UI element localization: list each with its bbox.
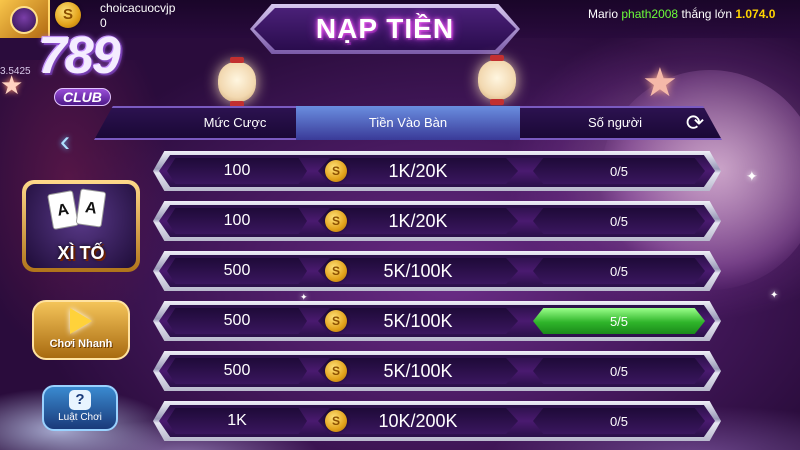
player-count: 0/5	[533, 158, 705, 184]
table-row[interactable]: 500 5K/100K S 0/5	[153, 251, 721, 291]
playing-card: A	[75, 188, 107, 228]
username: choicacuocvjp	[100, 1, 176, 15]
table-money: 5K/100K	[318, 308, 518, 334]
bet-value: 500	[167, 308, 307, 334]
page-title: NẠP TIỀN	[315, 13, 455, 44]
quick-play-button[interactable]: Chơi Nhanh	[32, 300, 130, 360]
table-row[interactable]: 500 5K/100K S 5/5	[153, 301, 721, 341]
logo-club: CLUB	[54, 88, 111, 106]
game-card-xi-to[interactable]: A A XÌ TỐ	[22, 180, 140, 272]
lantern-icon	[478, 55, 516, 105]
ticker-winner: phath2008	[621, 7, 679, 21]
coin-icon: S	[55, 2, 81, 28]
player-count: 0/5	[533, 258, 705, 284]
table-money: 5K/100K	[318, 258, 518, 284]
bet-value: 100	[167, 208, 307, 234]
player-count: 0/5	[533, 208, 705, 234]
bet-value: 100	[167, 158, 307, 184]
table-money: 1K/20K	[318, 208, 518, 234]
coin-icon: S	[325, 310, 347, 332]
table-row[interactable]: 100 1K/20K S 0/5	[153, 201, 721, 241]
rules-label: Luật Chơi	[58, 412, 102, 423]
column-header-players[interactable]: Số người	[540, 115, 690, 130]
table-row[interactable]: 500 5K/100K S 0/5	[153, 351, 721, 391]
bet-value: 500	[167, 258, 307, 284]
table-money: 1K/20K	[318, 158, 518, 184]
table-money: 10K/200K	[318, 408, 518, 434]
play-icon	[70, 308, 92, 334]
column-header-bet[interactable]: Mức Cược	[180, 115, 290, 130]
coin-icon: S	[325, 210, 347, 232]
chevron-left-icon[interactable]: ‹	[60, 125, 84, 159]
coin-icon: S	[325, 260, 347, 282]
game-card-art: A A XÌ TỐ	[26, 184, 136, 268]
player-count: 0/5	[533, 408, 705, 434]
sparkle-icon: ✦	[770, 290, 779, 301]
title-banner: NẠP TIỀN	[254, 8, 516, 50]
sparkle-icon: ✦	[746, 168, 758, 184]
logo-number: 789	[38, 27, 121, 85]
table-row[interactable]: 100 1K/20K S 0/5	[153, 151, 721, 191]
lantern-icon	[218, 57, 256, 107]
player-count-full: 5/5	[533, 308, 705, 334]
table-money: 5K/100K	[318, 358, 518, 384]
question-icon: ?	[69, 390, 91, 410]
refresh-icon[interactable]: ⟳	[682, 110, 708, 136]
player-count: 0/5	[533, 358, 705, 384]
table-row[interactable]: 1K 10K/200K S 0/5	[153, 401, 721, 441]
coin-icon: S	[325, 160, 347, 182]
win-ticker: Mario phath2008 thắng lớn 1.074.0	[588, 7, 800, 21]
club-logo: 789 CLUB	[28, 26, 128, 114]
playing-card: A	[47, 190, 79, 230]
coin-icon: S	[325, 360, 347, 382]
column-header-money[interactable]: Tiền Vào Bàn	[296, 115, 520, 130]
game-card-label: XÌ TỐ	[57, 243, 105, 263]
star-icon: ★	[642, 61, 678, 105]
ticker-name: Mario	[588, 7, 619, 21]
ticker-amount: 1.074.0	[735, 7, 776, 21]
quick-play-label: Chơi Nhanh	[49, 338, 113, 350]
coin-icon: S	[325, 410, 347, 432]
bet-value: 500	[167, 358, 307, 384]
ticker-verb: thắng lớn	[681, 7, 733, 21]
rules-button[interactable]: ? Luật Chơi	[42, 385, 118, 431]
bet-value: 1K	[167, 408, 307, 434]
star-icon: ★	[0, 70, 24, 100]
